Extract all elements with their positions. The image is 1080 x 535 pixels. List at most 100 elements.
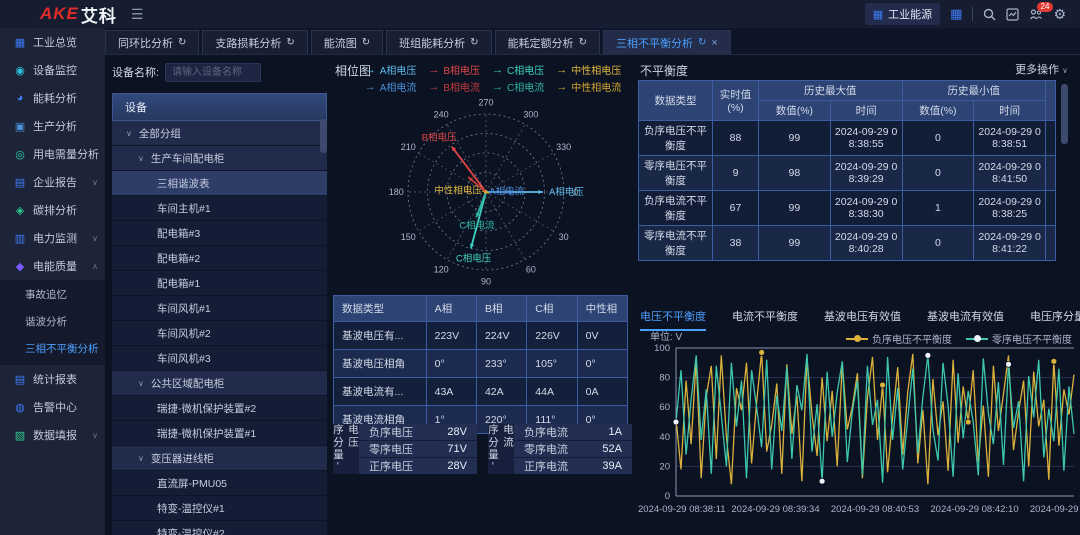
- demand-icon: ◎: [13, 148, 27, 161]
- tree-node[interactable]: 三相谐波表: [112, 171, 327, 196]
- chevron-down-icon[interactable]: ∨: [138, 454, 144, 463]
- tree-node[interactable]: ∨全部分组: [112, 121, 327, 146]
- close-icon[interactable]: ×: [711, 37, 717, 49]
- tree-node[interactable]: ∨ 公共区域配电柜: [112, 371, 327, 396]
- notification-badge: 24: [1037, 2, 1054, 12]
- topbar: AKE 艾科 ☰ ▦ 工业能源 ▦ 24 ⚙: [0, 0, 1080, 28]
- collapse-menu-icon[interactable]: ☰: [131, 6, 144, 23]
- sidebar-item-label: 电能质量: [33, 258, 77, 274]
- tree-node[interactable]: 配电箱#3: [112, 221, 327, 246]
- phase-legend-item[interactable]: →A相电压: [365, 62, 417, 77]
- phase-table-cell: 44A: [527, 378, 577, 406]
- tree-node[interactable]: 特变-温控仪#1: [112, 496, 327, 521]
- phase-legend-item[interactable]: →B相电流: [428, 79, 480, 94]
- sequence-row-value: 71V: [447, 443, 467, 455]
- chevron-down-icon[interactable]: ∨: [126, 129, 132, 138]
- message-center-icon[interactable]: 24: [1029, 8, 1043, 21]
- page-tab[interactable]: 能耗定额分析↻: [495, 30, 600, 54]
- tab-label: 能流图: [324, 35, 357, 51]
- tree-node[interactable]: 车间风机#3: [112, 346, 327, 371]
- sidebar-item[interactable]: ▣生产分析: [0, 112, 105, 140]
- page-tab[interactable]: 三相不平衡分析↻×: [603, 30, 731, 54]
- arrow-icon: →: [556, 64, 567, 76]
- sidebar-subitem[interactable]: 事故追忆: [0, 282, 105, 309]
- report-doc-icon[interactable]: [1006, 8, 1019, 21]
- tree-node[interactable]: 瑞捷-微机保护装置#2: [112, 396, 327, 421]
- sidebar-item[interactable]: ▤企业报告∨: [0, 168, 105, 196]
- workspace-switcher[interactable]: ▦ 工业能源: [865, 3, 940, 25]
- tree-node[interactable]: 配电箱#2: [112, 246, 327, 271]
- trend-ytick-label: 80: [659, 373, 670, 384]
- arrow-icon: →: [556, 81, 567, 93]
- settings-gear-icon[interactable]: ⚙: [1053, 6, 1066, 23]
- tree-node[interactable]: 特变-温控仪#2: [112, 521, 327, 535]
- sidebar-item[interactable]: ▦工业总览: [0, 28, 105, 56]
- refresh-icon[interactable]: ↻: [698, 37, 706, 48]
- polar-chart: 0306090120150180210240270300330A相电压B相电压C…: [350, 96, 628, 295]
- sidebar-item[interactable]: ◆电能质量∧: [0, 252, 105, 280]
- tree-node[interactable]: 瑞捷-微机保护装置#1: [112, 421, 327, 446]
- tree-node-label: 公共区域配电柜: [151, 376, 225, 391]
- tree-node[interactable]: 车间主机#1: [112, 196, 327, 221]
- device-name-input[interactable]: [165, 63, 261, 82]
- sidebar-item[interactable]: ◎用电需量分析: [0, 140, 105, 168]
- unbalance-header-cell: 数值(%): [902, 101, 974, 121]
- sidebar-item[interactable]: ◈碳排分析: [0, 196, 105, 224]
- page-tab[interactable]: 能流图 ↻: [311, 30, 383, 54]
- refresh-icon[interactable]: ↻: [362, 37, 370, 48]
- phase-legend-item[interactable]: →C相电流: [492, 79, 544, 94]
- phase-legend-label: C相电压: [507, 62, 544, 77]
- tree-node[interactable]: ∨生产车间配电柜: [112, 146, 327, 171]
- tree-node[interactable]: 车间风机#1: [112, 296, 327, 321]
- tree-node[interactable]: 配电箱#1: [112, 271, 327, 296]
- chevron-down-icon[interactable]: ∨: [138, 154, 144, 163]
- phase-legend-label: A相电压: [380, 62, 417, 77]
- sidebar-item-label: 告警中心: [33, 399, 77, 415]
- page-tab[interactable]: 同环比分析↻: [105, 30, 199, 54]
- trend-marker-dot: [1051, 358, 1057, 364]
- phase-table-head: 数据类型A相B相C相中性相: [334, 296, 628, 322]
- phase-legend-item[interactable]: →C相电压: [492, 62, 544, 77]
- sidebar-subitem[interactable]: 三相不平衡分析: [0, 336, 105, 363]
- unbalance-cell: 2024-09-29 08:38:25: [974, 191, 1046, 226]
- power-quality-shield-icon: ◆: [13, 260, 27, 273]
- sidebar-subitem[interactable]: 谐波分析: [0, 309, 105, 336]
- overview-grid-icon: ▦: [13, 36, 27, 49]
- phase-legend-item[interactable]: →A相电流: [365, 79, 417, 94]
- more-actions-button[interactable]: 更多操作∨: [1015, 61, 1068, 77]
- sequence-row-label: 零序电流: [524, 441, 568, 457]
- refresh-icon[interactable]: ↻: [470, 37, 478, 48]
- page-tab[interactable]: 支路损耗分析↻: [202, 30, 307, 54]
- phase-legend-item[interactable]: →B相电压: [428, 62, 480, 77]
- sidebar-item-label: 生产分析: [33, 118, 77, 134]
- sidebar-item[interactable]: ▥电力监测∨: [0, 224, 105, 252]
- sequence-row-label: 正序电压: [369, 458, 413, 474]
- tree-node[interactable]: 直流屏-PMU05: [112, 471, 327, 496]
- polar-angle-label: 270: [478, 97, 493, 107]
- tree-node[interactable]: 车间风机#2: [112, 321, 327, 346]
- phase-legend-item[interactable]: →中性相电压: [556, 62, 621, 77]
- sidebar-item-label: 企业报告: [33, 174, 77, 190]
- refresh-icon[interactable]: ↻: [178, 37, 186, 48]
- refresh-icon[interactable]: ↻: [579, 37, 587, 48]
- page-tab[interactable]: 班组能耗分析↻: [386, 30, 491, 54]
- sidebar-item[interactable]: ▤统计报表: [0, 365, 105, 393]
- apps-grid-icon[interactable]: ▦: [950, 6, 962, 22]
- trend-xtick-label: 2024-09-29 08:40:53: [831, 504, 919, 515]
- tree-scrollbar[interactable]: [320, 119, 327, 153]
- sidebar-item[interactable]: ◍告警中心: [0, 393, 105, 421]
- phase-legend-label: B相电流: [443, 79, 480, 94]
- unbalance-cell: 9: [713, 156, 759, 191]
- tree-node[interactable]: ∨变压器进线柜: [112, 446, 327, 471]
- sidebar-item[interactable]: ▧数据填报∨: [0, 421, 105, 449]
- phase-legend-item[interactable]: →中性相电流: [556, 79, 621, 94]
- chevron-down-icon[interactable]: ∨: [138, 379, 144, 388]
- unbalance-table-head: 数据类型实时值(%)历史最大值历史最小值数值(%)时间数值(%)时间: [639, 81, 1056, 121]
- sidebar-item[interactable]: ◉设备监控: [0, 56, 105, 84]
- trend-marker-dot: [880, 382, 886, 388]
- unbalance-scrollbar[interactable]: [1061, 84, 1068, 144]
- phase-table-cell: 0°: [426, 350, 476, 378]
- sidebar-item[interactable]: ◕能耗分析: [0, 84, 105, 112]
- refresh-icon[interactable]: ↻: [286, 37, 294, 48]
- search-icon[interactable]: [983, 8, 996, 21]
